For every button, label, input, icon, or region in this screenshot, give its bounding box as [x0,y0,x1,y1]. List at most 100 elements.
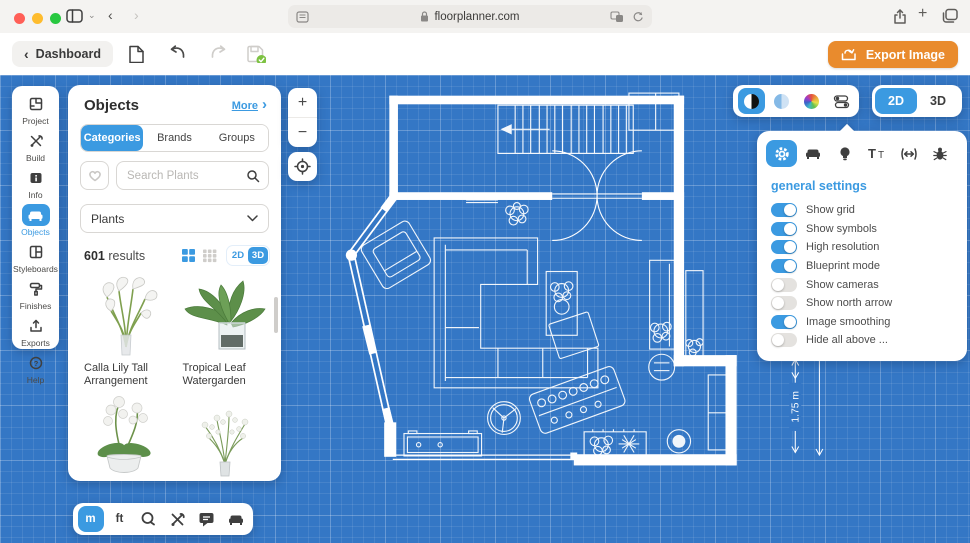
results-2d-button[interactable]: 2D [228,247,248,264]
export-image-button[interactable]: Export Image [828,41,958,68]
contrast-style-button[interactable] [738,88,765,114]
new-tab-icon[interactable]: + [918,5,927,23]
dimension-arrows-icon [899,147,919,161]
translate-icon[interactable] [610,11,624,23]
reload-icon[interactable] [632,11,644,23]
forward-icon[interactable]: › [134,7,139,23]
calla-lily-thumb [80,271,173,359]
contrast-icon [744,94,759,109]
zoom-out-button[interactable]: − [288,118,317,147]
sidebar-item-exports[interactable]: Exports [12,315,59,348]
show-grid-toggle[interactable] [771,203,797,217]
favorites-button[interactable] [80,161,109,190]
comments-button[interactable] [194,506,220,532]
furniture[interactable] [359,200,727,457]
grid-3x3-view-icon[interactable] [202,248,218,263]
mode-2d-button[interactable]: 2D [875,88,917,114]
tall-cabinet [650,260,675,349]
undo-icon[interactable] [168,45,188,63]
sidebar-item-project[interactable]: Project [12,93,59,126]
search-input[interactable] [125,169,246,183]
category-dropdown[interactable]: Plants [80,204,269,233]
tab-categories[interactable]: Categories [81,125,143,151]
settings-tab-furniture[interactable] [798,140,829,167]
results-3d-button[interactable]: 3D [248,247,268,264]
minimize-window-icon[interactable] [32,13,43,24]
show-north-arrow-toggle[interactable] [771,296,797,310]
tab-groups[interactable]: Groups [206,125,268,151]
app-toolbar: ‹Dashboard Project Project 3 Export Imag… [0,33,970,76]
product-card[interactable] [80,394,173,481]
styleboard-icon [28,244,44,260]
stairs-direction-arrow [501,124,512,134]
gear-icon [774,146,790,162]
setting-high-resolution: High resolution [771,238,967,257]
sidebar-item-objects[interactable]: Objects [12,204,59,237]
traffic-lights[interactable] [14,11,68,29]
zoom-in-button[interactable]: + [288,88,317,118]
tools-button[interactable] [165,506,191,532]
sidebar-item-info[interactable]: Info [12,167,59,200]
objects-panel-title: Objects [84,97,139,114]
white-bouquet-thumb [179,394,272,481]
category-tabs: Categories Brands Groups [80,124,269,152]
sidebar-item-build[interactable]: Build [12,130,59,163]
redo-icon[interactable] [208,45,228,63]
settings-tab-text[interactable]: TT [861,140,892,167]
close-window-icon[interactable] [14,13,25,24]
tab-overview-icon[interactable] [942,8,959,24]
settings-tab-dimensions[interactable] [893,140,924,167]
image-smoothing-toggle[interactable] [771,315,797,329]
browser-chrome: ⌄ ‹ › floorplanner.com + [0,0,970,34]
lock-icon [420,11,429,22]
hide-all-above-toggle[interactable] [771,333,797,347]
duotone-style-button[interactable] [768,88,795,114]
show-cameras-toggle[interactable] [771,278,797,292]
reader-icon[interactable] [296,11,309,23]
planter-box [584,429,646,457]
mode-3d-button[interactable]: 3D [917,88,959,114]
settings-tab-lighting[interactable] [830,140,861,167]
comment-icon [198,511,215,527]
blueprint-mode-toggle[interactable] [771,259,797,273]
settings-heading: general settings [771,179,967,193]
address-bar[interactable]: floorplanner.com [288,5,652,28]
view-settings-button[interactable] [828,88,855,114]
tab-brands[interactable]: Brands [143,125,205,151]
new-document-icon[interactable] [128,45,148,63]
panel-scrollbar[interactable] [274,297,278,333]
ceiling-fan [488,402,521,435]
measure-zoom-button[interactable] [136,506,162,532]
product-card[interactable]: Tropical Leaf Watergarden [179,271,272,394]
save-icon[interactable] [246,45,266,63]
sidebar-item-help[interactable]: ? Help [12,352,59,385]
console-table [546,272,577,336]
unit-m-button[interactable]: m [78,506,104,532]
product-card[interactable]: Calla Lily Tall Arrangement [80,271,173,394]
sidebar-toggle-icon[interactable] [66,9,84,24]
furniture-button[interactable] [223,506,249,532]
sidebar-item-finishes[interactable]: Finishes [12,278,59,311]
share-icon[interactable] [892,8,908,25]
color-style-button[interactable] [798,88,825,114]
settings-tab-debug[interactable] [925,140,956,167]
zoom-window-icon[interactable] [50,13,61,24]
search-field[interactable] [116,161,269,190]
results-count: 601 results [84,249,145,263]
product-name: Calla Lily Tall Arrangement [84,362,173,388]
high-resolution-toggle[interactable] [771,240,797,254]
settings-tab-general[interactable] [766,140,797,167]
dashboard-back-button[interactable]: ‹Dashboard [12,41,113,67]
chevron-down-icon[interactable]: ⌄ [88,10,96,21]
zoom-controls: + − [288,88,317,147]
product-card[interactable] [179,394,272,481]
locate-button[interactable] [288,152,317,181]
show-symbols-toggle[interactable] [771,222,797,236]
more-link[interactable]: More› [232,96,267,114]
back-icon[interactable]: ‹ [108,7,113,23]
popup-arrow [839,123,855,131]
grid-2x2-view-icon[interactable] [181,248,196,263]
double-door[interactable] [552,151,642,241]
unit-ft-button[interactable]: ft [107,506,133,532]
sidebar-item-styleboards[interactable]: Styleboards [12,241,59,274]
